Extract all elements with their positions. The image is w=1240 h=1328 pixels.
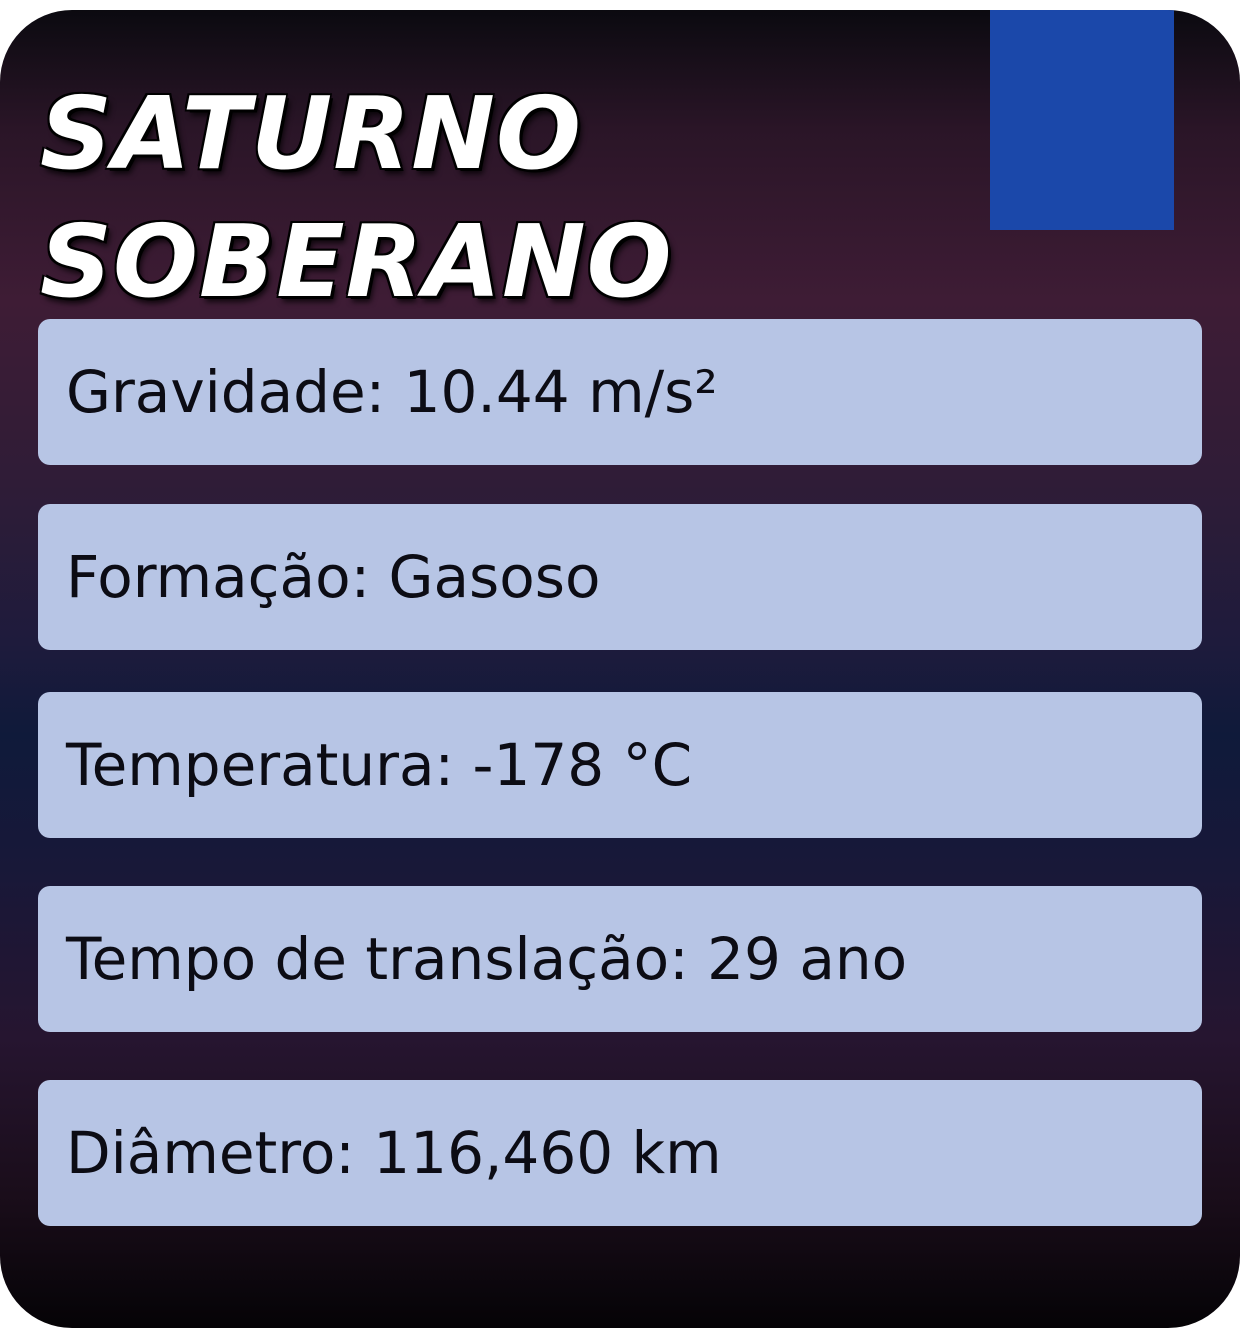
planet-title: SATURNO SOBERANO — [40, 70, 673, 326]
title-line-1: SATURNO — [40, 75, 582, 192]
stat-formation-text: Formação: Gasoso — [66, 543, 601, 611]
title-line-2: SOBERANO — [40, 203, 673, 320]
stat-temperature: Temperatura: -178 °C — [38, 692, 1202, 838]
stat-formation: Formação: Gasoso — [38, 504, 1202, 650]
stat-temperature-text: Temperatura: -178 °C — [66, 731, 693, 799]
stats-list: Gravidade: 10.44 m/s² Formação: Gasoso T… — [38, 319, 1202, 1274]
stat-gravity: Gravidade: 10.44 m/s² — [38, 319, 1202, 465]
stat-orbit-time-text: Tempo de translação: 29 ano — [66, 925, 908, 993]
stat-diameter-text: Diâmetro: 116,460 km — [66, 1119, 722, 1187]
blue-badge-icon — [990, 10, 1174, 230]
stat-diameter: Diâmetro: 116,460 km — [38, 1080, 1202, 1226]
stat-orbit-time: Tempo de translação: 29 ano — [38, 886, 1202, 1032]
planet-card: SATURNO SOBERANO Gravidade: 10.44 m/s² F… — [0, 10, 1240, 1328]
stat-gravity-text: Gravidade: 10.44 m/s² — [66, 358, 718, 426]
